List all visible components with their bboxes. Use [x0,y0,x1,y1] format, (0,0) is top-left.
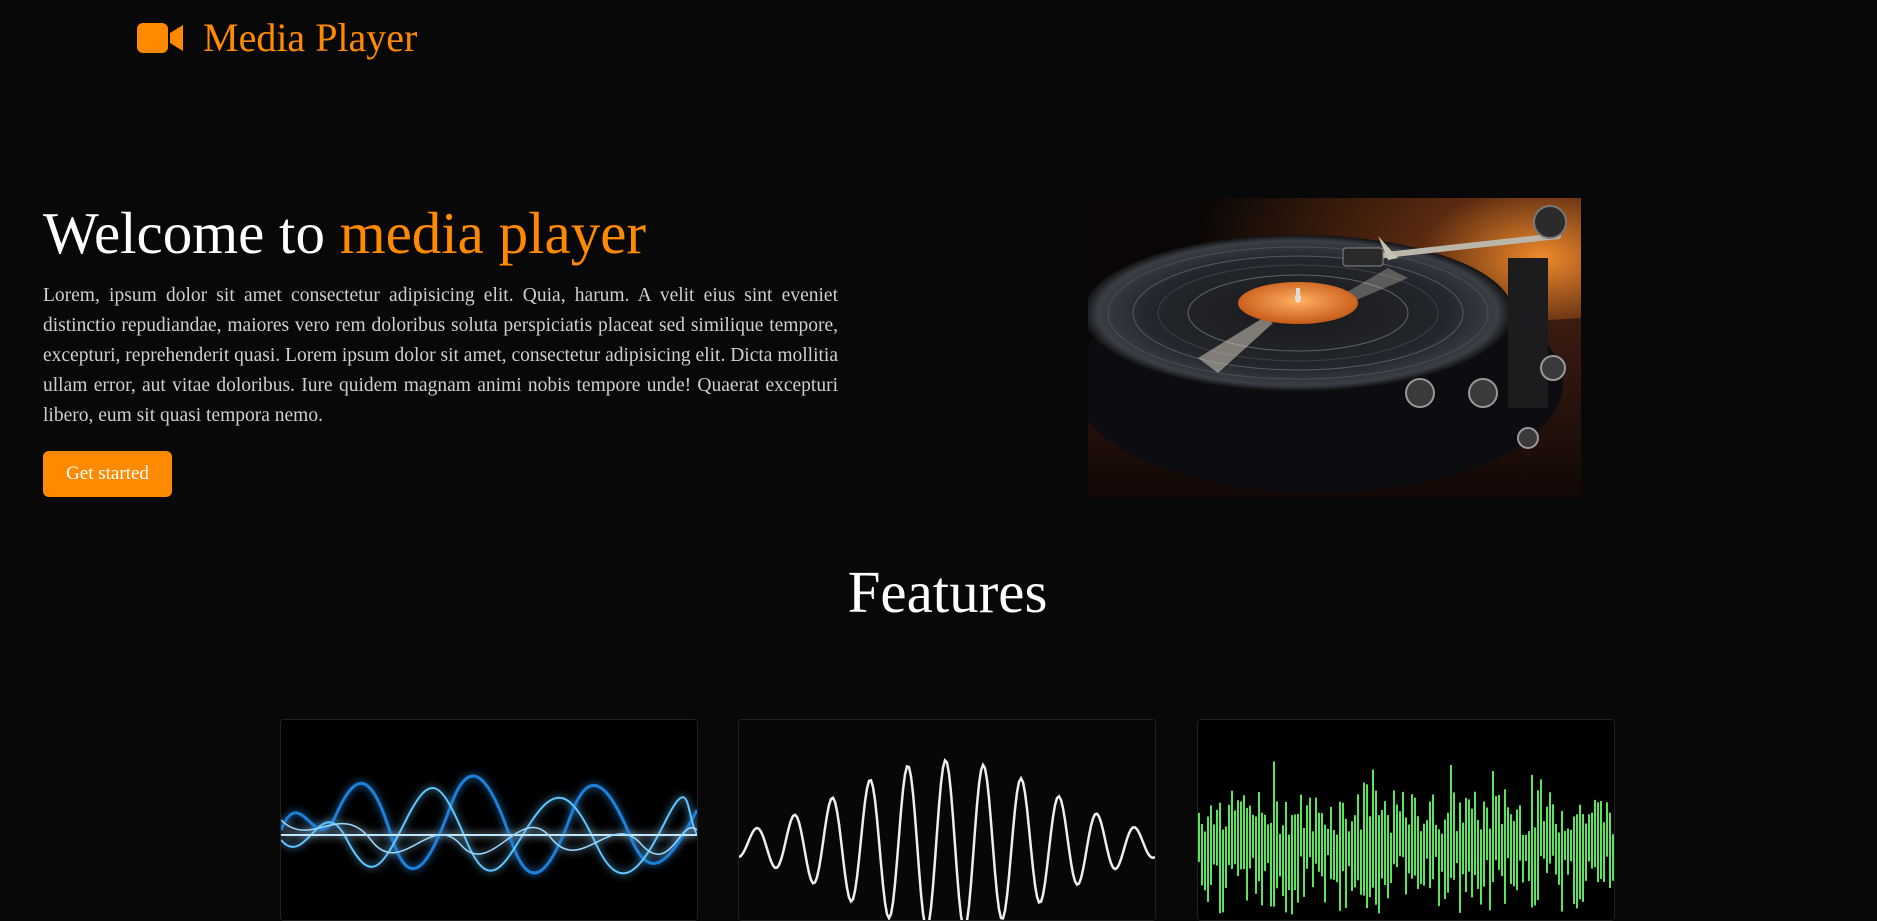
blue-glowing-sound-wave-image [281,720,697,920]
hero-description: Lorem, ipsum dolor sit amet consectetur … [43,285,838,426]
white-sine-wave-image [739,720,1155,920]
brand-logo[interactable]: Media Player [137,16,417,60]
brand-name: Media Player [203,15,418,60]
hero-title-prefix: Welcome to [43,200,340,266]
feature-card-blue-wave[interactable] [280,719,698,921]
hero-title: Welcome to media player [43,198,646,268]
get-started-button[interactable]: Get started [43,451,172,497]
features-title: Features [847,559,1048,625]
feature-card-green-waveform[interactable] [1197,719,1615,921]
green-audio-waveform-image [1198,720,1614,920]
hero-title-accent: media player [339,200,647,266]
turntable-image [1088,198,1581,497]
feature-card-sine-wave[interactable] [738,719,1156,921]
video-camera-icon [137,23,183,53]
